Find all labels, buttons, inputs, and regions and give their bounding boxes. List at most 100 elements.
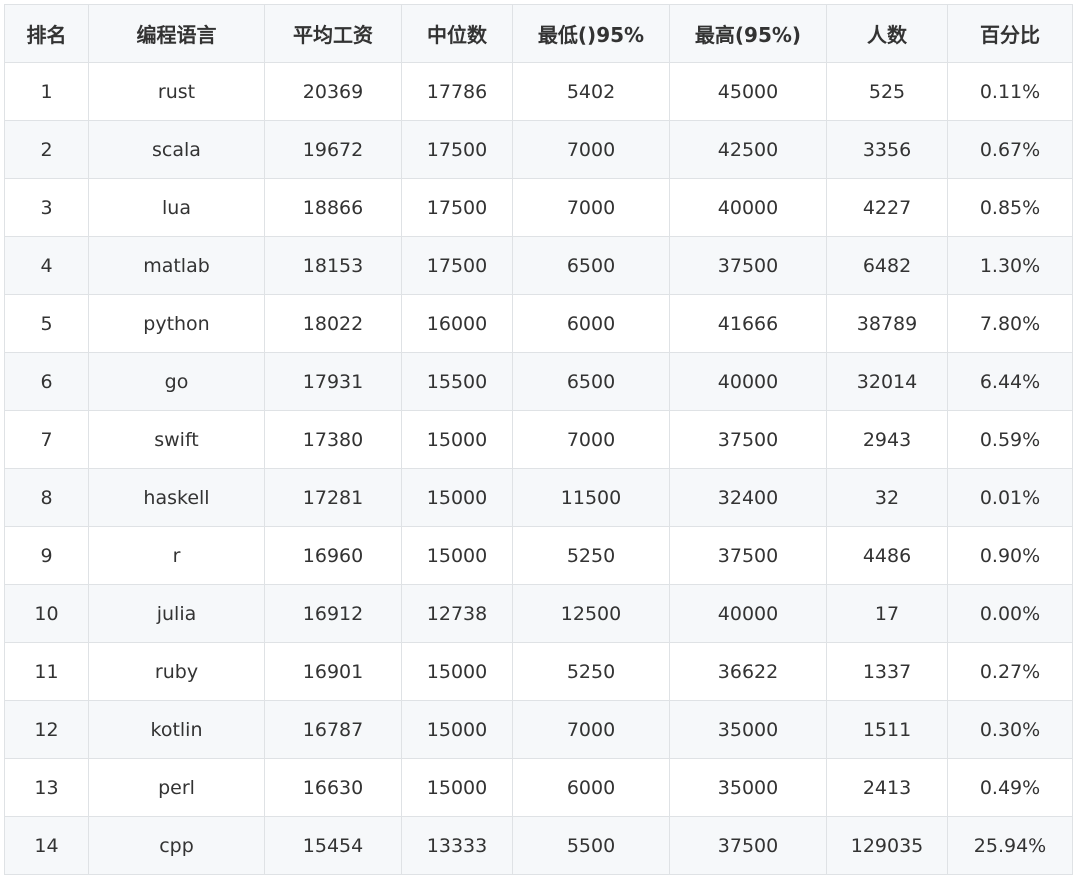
cell-average-salary: 17380 xyxy=(264,410,402,469)
cell-count: 4227 xyxy=(826,178,948,237)
cell-language: rust xyxy=(88,62,265,121)
salary-table-container: 排名 编程语言 平均工资 中位数 最低()95% 最高(95%) 人数 百分比 … xyxy=(4,4,1073,875)
header-percentage: 百分比 xyxy=(947,4,1073,63)
cell-percentage: 0.59% xyxy=(947,410,1073,469)
cell-max-95: 36622 xyxy=(669,642,827,701)
cell-percentage: 6.44% xyxy=(947,352,1073,411)
cell-count: 1337 xyxy=(826,642,948,701)
cell-count: 32 xyxy=(826,468,948,527)
cell-max-95: 37500 xyxy=(669,816,827,875)
cell-count: 32014 xyxy=(826,352,948,411)
cell-rank: 12 xyxy=(4,700,89,759)
cell-language: matlab xyxy=(88,236,265,295)
cell-rank: 10 xyxy=(4,584,89,643)
cell-average-salary: 19672 xyxy=(264,120,402,179)
cell-max-95: 41666 xyxy=(669,294,827,353)
cell-max-95: 42500 xyxy=(669,120,827,179)
cell-median: 15000 xyxy=(401,758,513,817)
cell-count: 525 xyxy=(826,62,948,121)
table-row: 2 scala 19672 17500 7000 42500 3356 0.67% xyxy=(4,120,1073,179)
cell-average-salary: 16960 xyxy=(264,526,402,585)
cell-median: 15000 xyxy=(401,642,513,701)
table-header: 排名 编程语言 平均工资 中位数 最低()95% 最高(95%) 人数 百分比 xyxy=(4,4,1073,63)
cell-language: kotlin xyxy=(88,700,265,759)
cell-min-95: 12500 xyxy=(512,584,670,643)
cell-language: julia xyxy=(88,584,265,643)
cell-min-95: 7000 xyxy=(512,178,670,237)
cell-percentage: 0.49% xyxy=(947,758,1073,817)
table-row: 9 r 16960 15000 5250 37500 4486 0.90% xyxy=(4,526,1073,585)
cell-percentage: 7.80% xyxy=(947,294,1073,353)
cell-median: 15500 xyxy=(401,352,513,411)
table-row: 11 ruby 16901 15000 5250 36622 1337 0.27% xyxy=(4,642,1073,701)
cell-max-95: 35000 xyxy=(669,758,827,817)
table-body: 1 rust 20369 17786 5402 45000 525 0.11% 2 scala 19… xyxy=(4,62,1073,875)
cell-language: lua xyxy=(88,178,265,237)
table-row: 4 matlab 18153 17500 6500 37500 6482 1.30% xyxy=(4,236,1073,295)
cell-rank: 8 xyxy=(4,468,89,527)
cell-min-95: 6000 xyxy=(512,758,670,817)
cell-language: python xyxy=(88,294,265,353)
cell-language: r xyxy=(88,526,265,585)
cell-average-salary: 16630 xyxy=(264,758,402,817)
cell-max-95: 32400 xyxy=(669,468,827,527)
cell-percentage: 0.01% xyxy=(947,468,1073,527)
cell-language: perl xyxy=(88,758,265,817)
salary-table: 排名 编程语言 平均工资 中位数 最低()95% 最高(95%) 人数 百分比 … xyxy=(4,4,1073,875)
cell-rank: 6 xyxy=(4,352,89,411)
cell-count: 3356 xyxy=(826,120,948,179)
cell-language: haskell xyxy=(88,468,265,527)
cell-min-95: 6000 xyxy=(512,294,670,353)
cell-rank: 4 xyxy=(4,236,89,295)
cell-percentage: 0.27% xyxy=(947,642,1073,701)
cell-percentage: 0.67% xyxy=(947,120,1073,179)
header-rank: 排名 xyxy=(4,4,89,63)
cell-max-95: 35000 xyxy=(669,700,827,759)
header-count: 人数 xyxy=(826,4,948,63)
cell-average-salary: 16912 xyxy=(264,584,402,643)
cell-median: 17500 xyxy=(401,178,513,237)
cell-max-95: 40000 xyxy=(669,352,827,411)
cell-max-95: 40000 xyxy=(669,584,827,643)
cell-max-95: 37500 xyxy=(669,526,827,585)
cell-median: 17500 xyxy=(401,236,513,295)
cell-rank: 7 xyxy=(4,410,89,469)
cell-min-95: 5500 xyxy=(512,816,670,875)
table-row: 12 kotlin 16787 15000 7000 35000 1511 0.30% xyxy=(4,700,1073,759)
cell-count: 1511 xyxy=(826,700,948,759)
cell-median: 15000 xyxy=(401,700,513,759)
cell-median: 17786 xyxy=(401,62,513,121)
table-row: 6 go 17931 15500 6500 40000 32014 6.44% xyxy=(4,352,1073,411)
cell-count: 2413 xyxy=(826,758,948,817)
cell-min-95: 5250 xyxy=(512,526,670,585)
cell-median: 13333 xyxy=(401,816,513,875)
cell-count: 6482 xyxy=(826,236,948,295)
cell-min-95: 6500 xyxy=(512,236,670,295)
table-row: 7 swift 17380 15000 7000 37500 2943 0.59% xyxy=(4,410,1073,469)
cell-language: swift xyxy=(88,410,265,469)
table-row: 1 rust 20369 17786 5402 45000 525 0.11% xyxy=(4,62,1073,121)
header-average-salary: 平均工资 xyxy=(264,4,402,63)
cell-count: 2943 xyxy=(826,410,948,469)
cell-max-95: 45000 xyxy=(669,62,827,121)
table-row: 8 haskell 17281 15000 11500 32400 32 0.01% xyxy=(4,468,1073,527)
cell-average-salary: 17931 xyxy=(264,352,402,411)
cell-rank: 14 xyxy=(4,816,89,875)
cell-language: scala xyxy=(88,120,265,179)
cell-average-salary: 20369 xyxy=(264,62,402,121)
cell-percentage: 0.00% xyxy=(947,584,1073,643)
cell-median: 15000 xyxy=(401,468,513,527)
cell-rank: 1 xyxy=(4,62,89,121)
cell-average-salary: 18022 xyxy=(264,294,402,353)
header-min-95: 最低()95% xyxy=(512,4,670,63)
header-row: 排名 编程语言 平均工资 中位数 最低()95% 最高(95%) 人数 百分比 xyxy=(4,4,1073,63)
cell-count: 129035 xyxy=(826,816,948,875)
header-max-95: 最高(95%) xyxy=(669,4,827,63)
cell-median: 12738 xyxy=(401,584,513,643)
cell-min-95: 7000 xyxy=(512,410,670,469)
cell-rank: 3 xyxy=(4,178,89,237)
table-row: 5 python 18022 16000 6000 41666 38789 7.80% xyxy=(4,294,1073,353)
cell-percentage: 0.30% xyxy=(947,700,1073,759)
cell-percentage: 25.94% xyxy=(947,816,1073,875)
cell-percentage: 0.90% xyxy=(947,526,1073,585)
